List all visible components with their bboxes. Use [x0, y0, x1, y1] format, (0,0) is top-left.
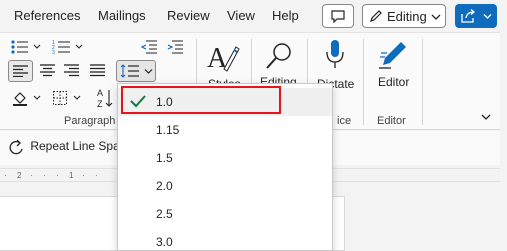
- chevron-down-icon: [431, 14, 441, 20]
- ribbon-divider: [363, 39, 364, 125]
- tab-mailings[interactable]: Mailings: [98, 8, 146, 23]
- svg-text:·: ·: [43, 171, 46, 180]
- highlight-box: [121, 86, 281, 114]
- pencil-icon: [370, 10, 382, 22]
- share-icon: [461, 9, 476, 23]
- spacing-option-1-15[interactable]: 1.15: [118, 116, 332, 144]
- align-right-icon[interactable]: [64, 64, 79, 77]
- spacing-option-1-5[interactable]: 1.5: [118, 144, 332, 172]
- repeat-label: Repeat Line Spac: [30, 139, 126, 154]
- svg-text:·: ·: [82, 171, 85, 180]
- spacing-option-2-5[interactable]: 2.5: [118, 200, 332, 228]
- line-spacing-icon: [120, 64, 139, 78]
- tab-view[interactable]: View: [227, 8, 255, 23]
- tab-help[interactable]: Help: [272, 8, 299, 23]
- svg-text:·: ·: [56, 171, 59, 180]
- increase-indent-icon[interactable]: [166, 39, 184, 55]
- shading-icon[interactable]: [12, 90, 42, 106]
- line-spacing-menu: 1.0 1.15 1.5 2.0 2.5 3.0: [117, 83, 333, 251]
- repeat-icon: [9, 139, 23, 155]
- paragraph-group-label: Paragraph: [64, 115, 116, 127]
- svg-text:·: ·: [4, 171, 7, 180]
- repeat-line-spacing-button[interactable]: Repeat Line Spac: [8, 139, 126, 155]
- microphone-icon: [326, 40, 344, 68]
- editor-button[interactable]: Editor: [370, 37, 416, 97]
- align-left-icon: [13, 65, 28, 77]
- decrease-indent-icon[interactable]: [140, 39, 158, 55]
- share-button[interactable]: [455, 4, 497, 28]
- editing-mode-button[interactable]: Editing: [362, 4, 446, 28]
- editor-button-label: Editor: [378, 75, 410, 89]
- borders-icon[interactable]: [52, 90, 82, 106]
- search-icon: [266, 43, 291, 69]
- spacing-option-label: 1.5: [156, 151, 173, 165]
- bullets-icon[interactable]: [10, 39, 42, 55]
- svg-text:Z: Z: [97, 99, 103, 109]
- chevron-down-icon: [144, 69, 153, 74]
- chevron-down-icon: [483, 14, 492, 19]
- tab-references[interactable]: References: [14, 8, 80, 23]
- comment-icon: [331, 10, 345, 23]
- line-spacing-button[interactable]: [116, 60, 156, 82]
- svg-text:·: ·: [30, 171, 33, 180]
- numbering-icon[interactable]: 1 2 3: [52, 39, 84, 55]
- tab-review[interactable]: Review: [167, 8, 210, 23]
- spacing-option-label: 2.5: [156, 207, 173, 221]
- svg-text:A: A: [97, 88, 103, 98]
- menu-bar: References Mailings Review View Help Edi…: [0, 0, 507, 32]
- align-center-icon[interactable]: [40, 64, 55, 77]
- justify-icon[interactable]: [90, 64, 105, 77]
- voice-group-label: ice: [337, 115, 352, 127]
- svg-text:1: 1: [69, 171, 74, 180]
- styles-icon: A: [207, 43, 240, 73]
- spacing-option-2-0[interactable]: 2.0: [118, 172, 332, 200]
- svg-text:·: ·: [95, 171, 98, 180]
- editor-pen-icon: [379, 42, 406, 69]
- svg-text:3: 3: [52, 50, 55, 55]
- editor-group-label: Editor: [377, 115, 406, 127]
- ribbon-divider: [422, 39, 423, 125]
- spacing-option-label: 3.0: [156, 235, 173, 249]
- comments-button[interactable]: [322, 4, 354, 28]
- chevron-down-icon[interactable]: [481, 113, 491, 121]
- sort-icon[interactable]: A Z: [96, 87, 114, 109]
- spacing-option-3-0[interactable]: 3.0: [118, 228, 332, 251]
- svg-text:2: 2: [17, 171, 22, 180]
- editing-mode-label: Editing: [387, 9, 427, 24]
- spacing-option-label: 2.0: [156, 179, 173, 193]
- spacing-option-label: 1.15: [156, 123, 180, 137]
- align-left-button[interactable]: [8, 60, 33, 82]
